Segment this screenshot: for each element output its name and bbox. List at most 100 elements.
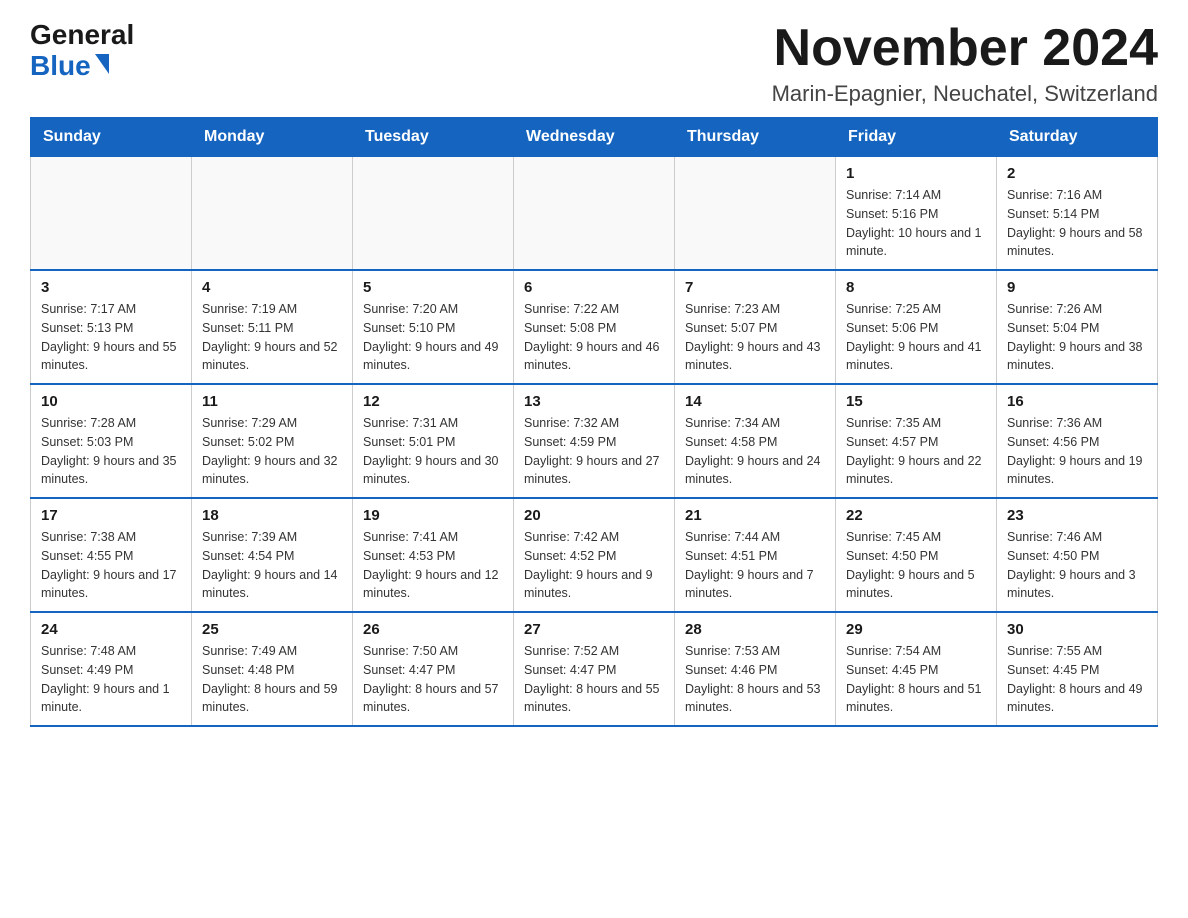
calendar-cell xyxy=(514,157,675,271)
day-number: 7 xyxy=(685,279,825,296)
day-number: 6 xyxy=(524,279,664,296)
calendar-cell: 13Sunrise: 7:32 AMSunset: 4:59 PMDayligh… xyxy=(514,384,675,498)
calendar-cell xyxy=(675,157,836,271)
header-day-monday: Monday xyxy=(192,118,353,157)
day-number: 30 xyxy=(1007,621,1147,638)
day-number: 14 xyxy=(685,393,825,410)
logo-blue-text: Blue xyxy=(30,51,91,82)
calendar-cell: 9 Sunrise: 7:26 AMSunset: 5:04 PMDaylight… xyxy=(997,270,1158,384)
header-day-friday: Friday xyxy=(836,118,997,157)
day-number: 2 xyxy=(1007,165,1147,182)
day-number: 29 xyxy=(846,621,986,638)
calendar-table: SundayMondayTuesdayWednesdayThursdayFrid… xyxy=(30,117,1158,727)
day-info: Sunrise: 7:45 AMSunset: 4:50 PMDaylight:… xyxy=(846,528,986,603)
logo-triangle-icon xyxy=(95,54,109,74)
week-row-5: 24 Sunrise: 7:48 AMSunset: 4:49 PMDayligh… xyxy=(31,612,1158,726)
calendar-cell: 4 Sunrise: 7:19 AMSunset: 5:11 PMDaylight… xyxy=(192,270,353,384)
day-number: 4 xyxy=(202,279,342,296)
calendar-cell: 26 Sunrise: 7:50 AMSunset: 4:47 PMDayligh… xyxy=(353,612,514,726)
calendar-cell: 1 Sunrise: 7:14 AMSunset: 5:16 PMDaylight… xyxy=(836,157,997,271)
calendar-cell: 15 Sunrise: 7:35 AMSunset: 4:57 PMDayligh… xyxy=(836,384,997,498)
week-row-4: 17Sunrise: 7:38 AMSunset: 4:55 PMDayligh… xyxy=(31,498,1158,612)
day-number: 8 xyxy=(846,279,986,296)
header-day-sunday: Sunday xyxy=(31,118,192,157)
day-number: 23 xyxy=(1007,507,1147,524)
logo-general-text: General xyxy=(30,20,134,51)
day-info: Sunrise: 7:36 AMSunset: 4:56 PMDaylight:… xyxy=(1007,414,1147,489)
day-info: Sunrise: 7:28 AMSunset: 5:03 PMDaylight:… xyxy=(41,414,181,489)
month-title: November 2024 xyxy=(772,20,1158,77)
day-number: 24 xyxy=(41,621,181,638)
day-number: 10 xyxy=(41,393,181,410)
day-info: Sunrise: 7:25 AMSunset: 5:06 PMDaylight:… xyxy=(846,300,986,375)
day-info: Sunrise: 7:50 AMSunset: 4:47 PMDaylight:… xyxy=(363,642,503,717)
calendar-body: 1 Sunrise: 7:14 AMSunset: 5:16 PMDaylight… xyxy=(31,157,1158,727)
day-number: 25 xyxy=(202,621,342,638)
calendar-cell: 7 Sunrise: 7:23 AMSunset: 5:07 PMDaylight… xyxy=(675,270,836,384)
day-info: Sunrise: 7:20 AMSunset: 5:10 PMDaylight:… xyxy=(363,300,503,375)
day-info: Sunrise: 7:34 AMSunset: 4:58 PMDaylight:… xyxy=(685,414,825,489)
calendar-cell: 3 Sunrise: 7:17 AMSunset: 5:13 PMDaylight… xyxy=(31,270,192,384)
day-info: Sunrise: 7:53 AMSunset: 4:46 PMDaylight:… xyxy=(685,642,825,717)
day-number: 3 xyxy=(41,279,181,296)
day-info: Sunrise: 7:32 AMSunset: 4:59 PMDaylight:… xyxy=(524,414,664,489)
calendar-cell: 12 Sunrise: 7:31 AMSunset: 5:01 PMDayligh… xyxy=(353,384,514,498)
day-info: Sunrise: 7:39 AMSunset: 4:54 PMDaylight:… xyxy=(202,528,342,603)
calendar-cell: 30Sunrise: 7:55 AMSunset: 4:45 PMDayligh… xyxy=(997,612,1158,726)
calendar-cell: 20Sunrise: 7:42 AMSunset: 4:52 PMDayligh… xyxy=(514,498,675,612)
day-info: Sunrise: 7:46 AMSunset: 4:50 PMDaylight:… xyxy=(1007,528,1147,603)
day-info: Sunrise: 7:26 AMSunset: 5:04 PMDaylight:… xyxy=(1007,300,1147,375)
calendar-cell: 19 Sunrise: 7:41 AMSunset: 4:53 PMDayligh… xyxy=(353,498,514,612)
calendar-cell: 5 Sunrise: 7:20 AMSunset: 5:10 PMDaylight… xyxy=(353,270,514,384)
header-row: SundayMondayTuesdayWednesdayThursdayFrid… xyxy=(31,118,1158,157)
day-number: 11 xyxy=(202,393,342,410)
day-info: Sunrise: 7:29 AMSunset: 5:02 PMDaylight:… xyxy=(202,414,342,489)
day-info: Sunrise: 7:52 AMSunset: 4:47 PMDaylight:… xyxy=(524,642,664,717)
day-number: 28 xyxy=(685,621,825,638)
day-number: 18 xyxy=(202,507,342,524)
calendar-cell: 28 Sunrise: 7:53 AMSunset: 4:46 PMDayligh… xyxy=(675,612,836,726)
day-number: 9 xyxy=(1007,279,1147,296)
day-info: Sunrise: 7:38 AMSunset: 4:55 PMDaylight:… xyxy=(41,528,181,603)
week-row-3: 10 Sunrise: 7:28 AMSunset: 5:03 PMDayligh… xyxy=(31,384,1158,498)
calendar-cell: 14 Sunrise: 7:34 AMSunset: 4:58 PMDayligh… xyxy=(675,384,836,498)
calendar-cell: 23 Sunrise: 7:46 AMSunset: 4:50 PMDayligh… xyxy=(997,498,1158,612)
day-info: Sunrise: 7:19 AMSunset: 5:11 PMDaylight:… xyxy=(202,300,342,375)
calendar-cell: 27Sunrise: 7:52 AMSunset: 4:47 PMDayligh… xyxy=(514,612,675,726)
day-number: 19 xyxy=(363,507,503,524)
day-info: Sunrise: 7:17 AMSunset: 5:13 PMDaylight:… xyxy=(41,300,181,375)
calendar-cell: 24 Sunrise: 7:48 AMSunset: 4:49 PMDayligh… xyxy=(31,612,192,726)
day-number: 16 xyxy=(1007,393,1147,410)
day-number: 1 xyxy=(846,165,986,182)
day-info: Sunrise: 7:54 AMSunset: 4:45 PMDaylight:… xyxy=(846,642,986,717)
week-row-1: 1 Sunrise: 7:14 AMSunset: 5:16 PMDaylight… xyxy=(31,157,1158,271)
day-number: 5 xyxy=(363,279,503,296)
title-block: November 2024 Marin-Epagnier, Neuchatel,… xyxy=(772,20,1158,107)
logo: General Blue xyxy=(30,20,134,82)
day-info: Sunrise: 7:14 AMSunset: 5:16 PMDaylight:… xyxy=(846,186,986,261)
calendar-cell: 11 Sunrise: 7:29 AMSunset: 5:02 PMDayligh… xyxy=(192,384,353,498)
calendar-cell: 16 Sunrise: 7:36 AMSunset: 4:56 PMDayligh… xyxy=(997,384,1158,498)
calendar-header: SundayMondayTuesdayWednesdayThursdayFrid… xyxy=(31,118,1158,157)
day-number: 22 xyxy=(846,507,986,524)
calendar-cell xyxy=(192,157,353,271)
calendar-cell: 22 Sunrise: 7:45 AMSunset: 4:50 PMDayligh… xyxy=(836,498,997,612)
day-info: Sunrise: 7:35 AMSunset: 4:57 PMDaylight:… xyxy=(846,414,986,489)
day-number: 26 xyxy=(363,621,503,638)
location-subtitle: Marin-Epagnier, Neuchatel, Switzerland xyxy=(772,81,1158,107)
day-number: 12 xyxy=(363,393,503,410)
day-info: Sunrise: 7:16 AMSunset: 5:14 PMDaylight:… xyxy=(1007,186,1147,261)
day-info: Sunrise: 7:48 AMSunset: 4:49 PMDaylight:… xyxy=(41,642,181,717)
day-number: 20 xyxy=(524,507,664,524)
day-info: Sunrise: 7:31 AMSunset: 5:01 PMDaylight:… xyxy=(363,414,503,489)
calendar-cell: 8 Sunrise: 7:25 AMSunset: 5:06 PMDaylight… xyxy=(836,270,997,384)
day-info: Sunrise: 7:23 AMSunset: 5:07 PMDaylight:… xyxy=(685,300,825,375)
day-info: Sunrise: 7:41 AMSunset: 4:53 PMDaylight:… xyxy=(363,528,503,603)
day-info: Sunrise: 7:49 AMSunset: 4:48 PMDaylight:… xyxy=(202,642,342,717)
calendar-cell xyxy=(353,157,514,271)
page-header: General Blue November 2024 Marin-Epagnie… xyxy=(30,20,1158,107)
day-number: 15 xyxy=(846,393,986,410)
calendar-cell: 2 Sunrise: 7:16 AMSunset: 5:14 PMDaylight… xyxy=(997,157,1158,271)
logo-blue-row: Blue xyxy=(30,51,109,82)
day-info: Sunrise: 7:22 AMSunset: 5:08 PMDaylight:… xyxy=(524,300,664,375)
